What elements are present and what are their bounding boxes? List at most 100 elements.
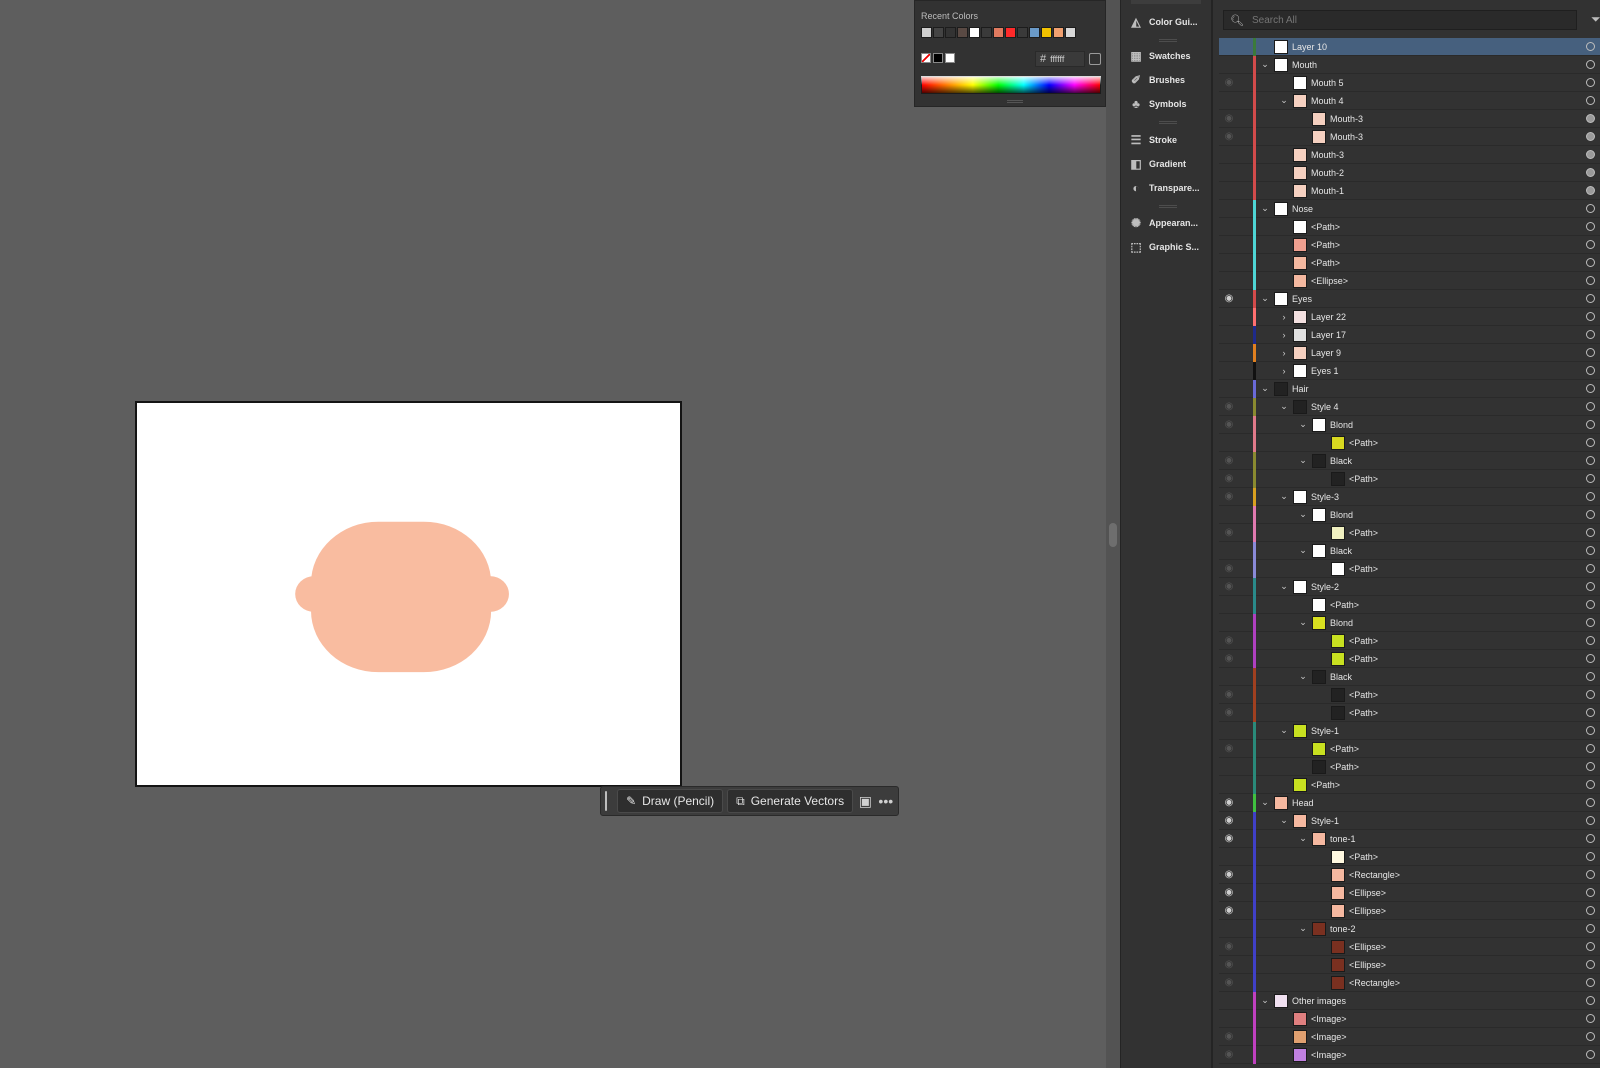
layer-row[interactable]: ◉ ⌄ Style-2 bbox=[1219, 577, 1600, 596]
layer-row[interactable]: ⌄ Nose bbox=[1219, 199, 1600, 218]
lock-toggle[interactable] bbox=[1239, 956, 1253, 974]
target-circle-icon[interactable] bbox=[1586, 276, 1595, 285]
lock-toggle[interactable] bbox=[1239, 704, 1253, 722]
more-options-button[interactable]: ••• bbox=[878, 789, 894, 813]
dock-item-symbols[interactable]: ♣ Symbols bbox=[1121, 93, 1213, 115]
target-circle-icon[interactable] bbox=[1586, 96, 1595, 105]
target-circle-icon[interactable] bbox=[1586, 834, 1595, 843]
chevron-right-icon[interactable]: › bbox=[1277, 312, 1291, 322]
target-circle-icon[interactable] bbox=[1586, 1032, 1595, 1041]
visibility-eye-icon[interactable] bbox=[1219, 434, 1239, 452]
layer-row[interactable]: <Ellipse> bbox=[1219, 271, 1600, 290]
visibility-eye-icon[interactable]: ◉ bbox=[1219, 686, 1239, 704]
lock-toggle[interactable] bbox=[1239, 632, 1253, 650]
visibility-eye-icon[interactable] bbox=[1219, 308, 1239, 326]
visibility-eye-icon[interactable]: ◉ bbox=[1219, 452, 1239, 470]
lock-toggle[interactable] bbox=[1239, 776, 1253, 794]
layer-row[interactable]: <Image> bbox=[1219, 1009, 1600, 1028]
chevron-down-icon[interactable]: ⌄ bbox=[1258, 203, 1272, 214]
target-circle-icon[interactable] bbox=[1586, 42, 1595, 51]
target-circle-icon[interactable] bbox=[1586, 978, 1595, 987]
lock-toggle[interactable] bbox=[1239, 452, 1253, 470]
lock-toggle[interactable] bbox=[1239, 74, 1253, 92]
chevron-down-icon[interactable]: ⌄ bbox=[1277, 491, 1291, 502]
visibility-eye-icon[interactable]: ◉ bbox=[1219, 128, 1239, 146]
color-spectrum-bar[interactable] bbox=[921, 76, 1101, 94]
target-circle-icon[interactable] bbox=[1586, 258, 1595, 267]
target-circle-icon[interactable] bbox=[1586, 906, 1595, 915]
canvas-vertical-scrollbar[interactable] bbox=[1106, 0, 1120, 1068]
lock-toggle[interactable] bbox=[1239, 218, 1253, 236]
panel-resize-handle[interactable] bbox=[1007, 100, 1023, 103]
target-circle-icon[interactable] bbox=[1586, 600, 1595, 609]
visibility-eye-icon[interactable] bbox=[1219, 146, 1239, 164]
lock-toggle[interactable] bbox=[1239, 362, 1253, 380]
lock-toggle[interactable] bbox=[1239, 920, 1253, 938]
target-circle-icon[interactable] bbox=[1586, 510, 1595, 519]
lock-toggle[interactable] bbox=[1239, 92, 1253, 110]
dock-item-graphic-styles[interactable]: ⬚ Graphic S... bbox=[1121, 236, 1213, 258]
lock-toggle[interactable] bbox=[1239, 884, 1253, 902]
visibility-eye-icon[interactable]: ◉ bbox=[1219, 470, 1239, 488]
lock-toggle[interactable] bbox=[1239, 542, 1253, 560]
layer-row[interactable]: ◉ ⌄ Eyes bbox=[1219, 289, 1600, 308]
visibility-eye-icon[interactable]: ◉ bbox=[1219, 398, 1239, 416]
layer-row[interactable]: ◉ <Ellipse> bbox=[1219, 937, 1600, 956]
target-circle-icon[interactable] bbox=[1586, 618, 1595, 627]
dock-item-stroke[interactable]: ☰ Stroke bbox=[1121, 129, 1213, 151]
lock-toggle[interactable] bbox=[1239, 56, 1253, 74]
lock-toggle[interactable] bbox=[1239, 974, 1253, 992]
visibility-eye-icon[interactable]: ◉ bbox=[1219, 830, 1239, 848]
visibility-eye-icon[interactable] bbox=[1219, 254, 1239, 272]
recent-color-swatch[interactable] bbox=[1041, 27, 1052, 38]
visibility-eye-icon[interactable]: ◉ bbox=[1219, 938, 1239, 956]
visibility-eye-icon[interactable] bbox=[1219, 848, 1239, 866]
visibility-eye-icon[interactable]: ◉ bbox=[1219, 956, 1239, 974]
lock-toggle[interactable] bbox=[1239, 1010, 1253, 1028]
target-circle-icon[interactable] bbox=[1586, 924, 1595, 933]
chevron-down-icon[interactable]: ⌄ bbox=[1258, 293, 1272, 304]
target-circle-icon[interactable] bbox=[1586, 744, 1595, 753]
target-circle-icon[interactable] bbox=[1586, 186, 1595, 195]
recent-color-swatch[interactable] bbox=[1053, 27, 1064, 38]
target-circle-icon[interactable] bbox=[1586, 456, 1595, 465]
lock-toggle[interactable] bbox=[1239, 524, 1253, 542]
layer-row[interactable]: Mouth-1 bbox=[1219, 181, 1600, 200]
layer-row[interactable]: ⌄ Style-1 bbox=[1219, 721, 1600, 740]
lock-toggle[interactable] bbox=[1239, 326, 1253, 344]
recent-color-swatch[interactable] bbox=[969, 27, 980, 38]
visibility-eye-icon[interactable]: ◉ bbox=[1219, 110, 1239, 128]
none-swatch[interactable] bbox=[921, 53, 931, 63]
lock-toggle[interactable] bbox=[1239, 830, 1253, 848]
lock-toggle[interactable] bbox=[1239, 992, 1253, 1010]
lock-toggle[interactable] bbox=[1239, 398, 1253, 416]
layer-row[interactable]: ⌄ Black bbox=[1219, 667, 1600, 686]
layer-row[interactable]: Layer 10 bbox=[1219, 37, 1600, 56]
lock-toggle[interactable] bbox=[1239, 308, 1253, 326]
visibility-eye-icon[interactable] bbox=[1219, 758, 1239, 776]
dock-item-gradient[interactable]: ◧ Gradient bbox=[1121, 153, 1213, 175]
lock-toggle[interactable] bbox=[1239, 812, 1253, 830]
lock-toggle[interactable] bbox=[1239, 254, 1253, 272]
layer-row[interactable]: ◉ <Ellipse> bbox=[1219, 883, 1600, 902]
lock-toggle[interactable] bbox=[1239, 38, 1253, 56]
layer-row[interactable]: ⌄ Blond bbox=[1219, 613, 1600, 632]
layer-row[interactable]: <Path> bbox=[1219, 433, 1600, 452]
target-circle-icon[interactable] bbox=[1586, 294, 1595, 303]
target-circle-icon[interactable] bbox=[1586, 816, 1595, 825]
image-settings-button[interactable]: ▣ bbox=[857, 789, 873, 813]
layer-row[interactable]: ◉ ⌄ tone-1 bbox=[1219, 829, 1600, 848]
target-circle-icon[interactable] bbox=[1586, 150, 1595, 159]
layer-row[interactable]: ◉ <Rectangle> bbox=[1219, 865, 1600, 884]
target-circle-icon[interactable] bbox=[1586, 330, 1595, 339]
web-safe-color-icon[interactable] bbox=[1089, 53, 1101, 65]
generate-vectors-button[interactable]: ⧉ Generate Vectors bbox=[727, 789, 854, 813]
target-circle-icon[interactable] bbox=[1586, 312, 1595, 321]
recent-color-swatch[interactable] bbox=[957, 27, 968, 38]
lock-toggle[interactable] bbox=[1239, 848, 1253, 866]
visibility-eye-icon[interactable] bbox=[1219, 506, 1239, 524]
target-circle-icon[interactable] bbox=[1586, 438, 1595, 447]
chevron-down-icon[interactable]: ⌄ bbox=[1258, 59, 1272, 70]
visibility-eye-icon[interactable] bbox=[1219, 164, 1239, 182]
target-circle-icon[interactable] bbox=[1586, 654, 1595, 663]
